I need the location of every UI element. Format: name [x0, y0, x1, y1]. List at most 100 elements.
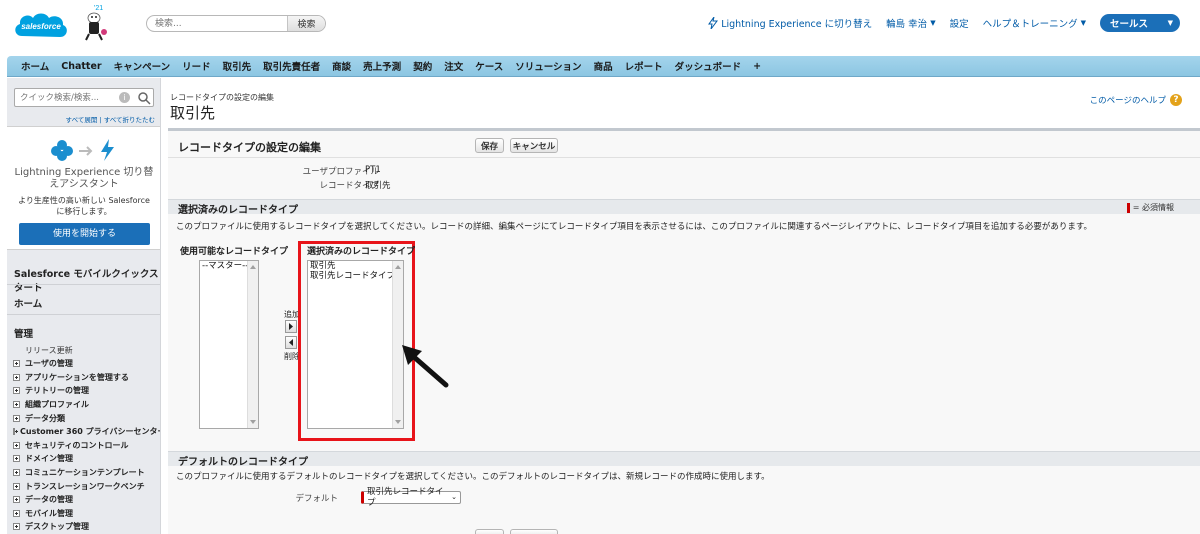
tab-orders[interactable]: 注文: [438, 59, 469, 73]
selected-list-label: 選択済みのレコードタイプ: [307, 247, 416, 257]
tab-forecasts[interactable]: 売上予測: [357, 59, 407, 73]
salesforce-logo[interactable]: salesforce: [12, 8, 70, 42]
section-title: デフォルトのレコードタイプ: [178, 457, 308, 468]
sidebar-item-domain-management[interactable]: ドメイン管理: [13, 452, 160, 466]
quick-find-input[interactable]: [15, 89, 115, 106]
sidebar-item-apps[interactable]: アプリケーションを管理する: [13, 371, 160, 385]
tab-campaigns[interactable]: キャンペーン: [108, 59, 177, 73]
remove-arrow-button[interactable]: [285, 336, 297, 349]
lightning-assistant-box: Lightning Experience 切り替えアシスタント より生産性の高い…: [7, 126, 160, 250]
list-option[interactable]: 取引先レコードタイプ: [308, 271, 403, 281]
selected-record-types-section: 選択済みのレコードタイプ = 必須情報: [168, 199, 1200, 216]
app-name: セールス: [1110, 19, 1149, 30]
sidebar-item-release-updates[interactable]: リリース更新: [25, 345, 73, 356]
app-picker[interactable]: セールス ▼: [1100, 14, 1180, 32]
sidebar-item-label: 組織プロファイル: [25, 400, 89, 410]
arrow-right-icon: [289, 323, 293, 330]
tab-chatter[interactable]: Chatter: [55, 61, 107, 72]
default-record-type-select[interactable]: 取引先レコードタイプ ⌄: [361, 487, 461, 508]
tab-add-plus-icon[interactable]: +: [747, 61, 767, 72]
sidebar-item-label: デスクトップ管理: [25, 522, 89, 532]
sidebar-item-data-classification[interactable]: データ分類: [13, 411, 160, 425]
available-record-types-list[interactable]: --マスター--: [199, 260, 259, 429]
sidebar-tree: ユーザの管理 アプリケーションを管理する テリトリーの管理 組織プロファイル デ…: [13, 357, 160, 534]
sidebar-item-data-management[interactable]: データの管理: [13, 493, 160, 507]
bottom-cancel-button[interactable]: [510, 529, 558, 534]
save-button[interactable]: 保存: [475, 138, 504, 153]
expand-plus-icon[interactable]: [13, 523, 20, 531]
tab-contacts[interactable]: 取引先責任者: [257, 59, 326, 73]
expand-plus-icon[interactable]: [13, 441, 20, 449]
tab-opportunities[interactable]: 商談: [326, 59, 357, 73]
tab-solutions[interactable]: ソリューション: [509, 59, 587, 73]
list-option[interactable]: 取引先: [308, 261, 403, 271]
tab-products[interactable]: 商品: [588, 59, 619, 73]
add-arrow-button[interactable]: [285, 320, 297, 333]
search-icon[interactable]: [137, 91, 151, 105]
scroll-up-icon[interactable]: [250, 265, 256, 269]
sidebar-item-label: セキュリティのコントロール: [25, 440, 129, 450]
sidebar-item-communication-templates[interactable]: コミュニケーションテンプレート: [13, 466, 160, 480]
chevron-down-icon: ▼: [1080, 19, 1086, 27]
default-section-description: このプロファイルに使用するデフォルトのレコードタイプを選択してください。このデフ…: [176, 472, 770, 482]
expand-plus-icon[interactable]: [13, 387, 20, 395]
expand-plus-icon[interactable]: [13, 428, 18, 436]
expand-plus-icon[interactable]: [13, 414, 20, 422]
sidebar-item-label: ドメイン管理: [25, 454, 73, 464]
sidebar-item-home[interactable]: ホーム: [14, 296, 42, 310]
sidebar-item-desktop-admin[interactable]: デスクトップ管理: [13, 520, 160, 534]
page-help-link[interactable]: このページのヘルプ ?: [1090, 94, 1182, 106]
scroll-down-icon[interactable]: [395, 420, 401, 424]
tab-reports[interactable]: レポート: [619, 59, 669, 73]
expand-plus-icon[interactable]: [13, 401, 20, 409]
cancel-button[interactable]: キャンセル: [510, 138, 558, 153]
scroll-up-icon[interactable]: [395, 265, 401, 269]
bottom-save-button[interactable]: [475, 529, 504, 534]
user-profile-label: ユーザプロファイル: [302, 167, 379, 177]
tab-accounts[interactable]: 取引先: [217, 59, 258, 73]
help-training-label: ヘルプ＆トレーニング: [982, 19, 1078, 30]
user-name: 輪島 幸治: [886, 19, 928, 30]
sidebar-item-security-controls[interactable]: セキュリティのコントロール: [13, 439, 160, 453]
sidebar-item-territory[interactable]: テリトリーの管理: [13, 384, 160, 398]
user-profile-value: PT1: [365, 165, 381, 175]
scrollbar[interactable]: [247, 261, 258, 428]
arrow-left-icon: [289, 339, 293, 346]
sidebar-item-label: トランスレーションワークベンチ: [25, 481, 145, 491]
sidebar-item-label: データ分類: [25, 413, 65, 423]
get-started-button[interactable]: 使用を開始する: [19, 223, 150, 245]
expand-plus-icon[interactable]: [13, 482, 20, 490]
scroll-down-icon[interactable]: [250, 420, 256, 424]
sidebar-item-privacy-center[interactable]: Customer 360 プライバシーセンター: [13, 425, 160, 439]
sidebar-item-mobile-admin[interactable]: モバイル管理: [13, 507, 160, 521]
tab-home[interactable]: ホーム: [15, 59, 55, 73]
expand-plus-icon[interactable]: [13, 373, 20, 381]
user-menu[interactable]: 輪島 幸治 ▼: [886, 16, 935, 30]
lightning-switch-link[interactable]: Lightning Experience に切り替え: [708, 16, 872, 30]
expand-plus-icon[interactable]: [13, 360, 20, 368]
sidebar-item-translation-workbench[interactable]: トランスレーションワークベンチ: [13, 479, 160, 493]
expand-plus-icon[interactable]: [13, 469, 20, 477]
tab-cases[interactable]: ケース: [469, 59, 509, 73]
expand-plus-icon[interactable]: [13, 496, 20, 504]
lightning-assistant-description: より生産性の高い新しい Salesforce に移行します。: [18, 196, 150, 216]
selected-record-types-list[interactable]: 取引先 取引先レコードタイプ: [307, 260, 404, 429]
sidebar-item-label: コミュニケーションテンプレート: [25, 468, 145, 478]
expand-plus-icon[interactable]: [13, 509, 20, 517]
sidebar-item-company-profile[interactable]: 組織プロファイル: [13, 398, 160, 412]
lightning-migration-icon: [51, 139, 114, 161]
sidebar-item-user-management[interactable]: ユーザの管理: [13, 357, 160, 371]
global-search-input[interactable]: [147, 16, 289, 31]
expand-all-link[interactable]: すべて展開: [66, 116, 98, 124]
help-training-menu[interactable]: ヘルプ＆トレーニング ▼: [983, 16, 1086, 30]
sidebar-item-mobile-quickstart[interactable]: Salesforce モバイルクイックスタート: [14, 266, 160, 294]
logo-text: salesforce: [21, 22, 61, 31]
tab-contracts[interactable]: 契約: [407, 59, 438, 73]
tab-leads[interactable]: リード: [176, 59, 217, 73]
help-circle-icon[interactable]: i: [119, 92, 130, 103]
collapse-all-link[interactable]: すべて折りたたむ: [104, 116, 155, 124]
setup-link[interactable]: 設定: [950, 16, 969, 30]
global-search-button[interactable]: 検索: [287, 16, 325, 31]
tab-dashboards[interactable]: ダッシュボード: [669, 59, 748, 73]
expand-plus-icon[interactable]: [13, 455, 20, 463]
